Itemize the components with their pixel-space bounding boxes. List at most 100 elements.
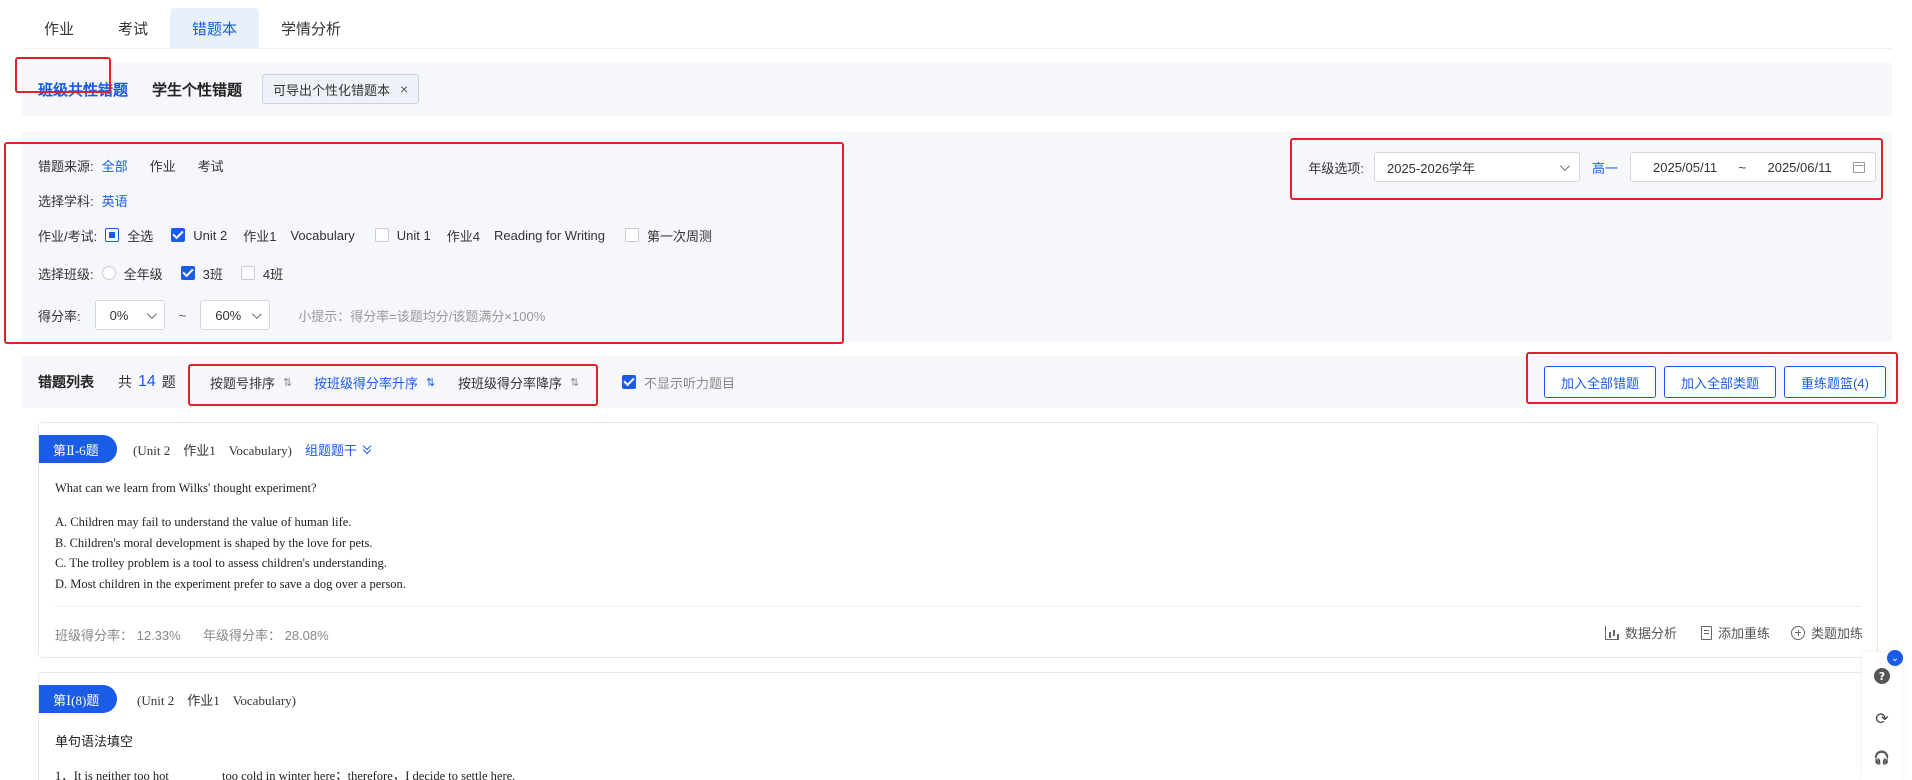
sort-by-number-label: 按题号排序: [210, 375, 276, 391]
calendar-icon: [1852, 161, 1865, 173]
filter-panel: 错题来源: 全部 作业 考试 选择学科: 英语 作业/考试: 全选 Unit 2…: [22, 132, 1892, 342]
similar-practice-button[interactable]: 类题加练: [1791, 623, 1863, 642]
assign-unit1[interactable]: Unit 1: [374, 227, 431, 243]
close-icon[interactable]: ×: [400, 81, 408, 97]
source-all[interactable]: 全部: [102, 156, 128, 175]
class-common-errors-tab[interactable]: 班级共性错题: [38, 62, 128, 116]
checkbox-checked-icon[interactable]: [622, 375, 636, 389]
chevron-down-icon: [146, 308, 157, 319]
source-exam[interactable]: 考试: [198, 156, 224, 175]
score-to-select[interactable]: 60%: [200, 300, 271, 330]
question-line: 1．It is neither too hot ________too cold…: [55, 769, 516, 780]
sort-by-rate-asc-button[interactable]: 按班级得分率升序 ⇅: [314, 356, 435, 408]
question-section-title: 单句语法填空: [55, 734, 134, 749]
bar-chart-icon: [1605, 625, 1619, 640]
add-retrain-button[interactable]: 添加重练: [1701, 623, 1770, 642]
tab-homework[interactable]: 作业: [22, 8, 96, 48]
class-label: 选择班级:: [38, 266, 94, 282]
sort-by-number-button[interactable]: 按题号排序 ⇅: [210, 356, 292, 408]
source-filter: 错题来源: 全部 作业 考试: [38, 154, 246, 176]
assign-unit1-label: Unit 1: [396, 227, 431, 243]
checkbox-icon[interactable]: [625, 228, 640, 242]
class-4[interactable]: 4班: [240, 264, 283, 283]
question-card: 第Ⅱ-6题 (Unit 2 作业1 Vocabulary) 组题题干 What …: [38, 422, 1878, 658]
question-option-a: A. Children may fail to understand the v…: [55, 515, 352, 529]
error-count: 共 14 题: [118, 356, 176, 408]
student-personal-errors-tab[interactable]: 学生个性错题: [152, 62, 242, 116]
date-sep: ~: [1738, 159, 1747, 175]
practice-basket-button[interactable]: 重练题篮(4): [1784, 366, 1886, 398]
sort-icon: ⇅: [426, 375, 436, 389]
side-toolbar: ? ⟳ 🎧: [1862, 652, 1902, 780]
tab-analysis[interactable]: 学情分析: [259, 8, 363, 48]
assignment-label: 作业/考试:: [38, 228, 98, 244]
score-label: 得分率:: [38, 308, 81, 324]
add-all-similar-button[interactable]: 加入全部类题: [1664, 366, 1776, 398]
score-range-sep: ~: [178, 307, 187, 323]
assign-weekly-test-label: 第一次周测: [647, 228, 713, 244]
class-3[interactable]: 3班: [180, 264, 223, 283]
sort-icon: ⇅: [570, 375, 580, 389]
subject-english[interactable]: 英语: [102, 191, 128, 210]
export-hint-tag: 可导出个性化错题本 ×: [262, 74, 420, 104]
card-divider: [55, 606, 1861, 607]
assign-weekly-test[interactable]: 第一次周测: [625, 226, 712, 245]
question-option-c: C. The trolley problem is a tool to asse…: [55, 556, 387, 570]
class-whole-grade[interactable]: 全年级: [101, 264, 163, 283]
date-from: 2025/05/11: [1653, 159, 1718, 175]
hide-listening-toggle[interactable]: 不显示听力题目: [622, 356, 735, 408]
tab-wrong-book[interactable]: 错题本: [170, 8, 260, 48]
headset-icon[interactable]: 🎧: [1874, 750, 1890, 766]
count-number: 14: [138, 373, 156, 390]
checkbox-icon[interactable]: [240, 266, 255, 280]
help-icon[interactable]: ?: [1874, 668, 1890, 684]
tab-exam[interactable]: 考试: [96, 8, 170, 48]
group-stem-label: 组题题干: [305, 442, 358, 458]
checkbox-icon[interactable]: [374, 228, 389, 242]
source-label: 错题来源:: [38, 158, 94, 174]
grade-area: 年级选项: 2025-2026学年 高一 2025/05/11 ~ 2025/0…: [1308, 152, 1876, 182]
assign-select-all[interactable]: 全选: [105, 226, 153, 245]
question-source: (Unit 2 作业1 Vocabulary): [133, 442, 292, 458]
score-from-select[interactable]: 0%: [94, 300, 165, 330]
chevron-down-icon: [252, 308, 263, 319]
document-icon: [1701, 625, 1712, 640]
add-retrain-label: 添加重练: [1718, 626, 1771, 641]
checkbox-partial-icon[interactable]: [105, 228, 120, 242]
sort-by-rate-desc-button[interactable]: 按班级得分率降序 ⇅: [458, 356, 579, 408]
score-to-value: 60%: [215, 307, 242, 323]
assign-hw1-label: 作业1: [243, 228, 277, 244]
error-list-title: 错题列表: [38, 374, 94, 390]
class-score-rate: 班级得分率： 12.33%: [55, 628, 181, 643]
group-stem-toggle[interactable]: 组题题干: [305, 435, 373, 463]
sort-icon: ⇅: [283, 375, 293, 389]
class-whole-grade-label: 全年级: [123, 266, 163, 282]
assign-reading-label: Reading for Writing: [493, 227, 606, 243]
add-all-errors-button[interactable]: 加入全部错题: [1544, 366, 1656, 398]
chevron-down-icon: [1559, 160, 1570, 171]
checkbox-checked-icon[interactable]: [171, 228, 186, 242]
source-homework[interactable]: 作业: [150, 156, 176, 175]
checkbox-checked-icon[interactable]: [180, 266, 195, 280]
question-option-b: B. Children's moral development is shape…: [55, 536, 373, 550]
grade-score-rate: 年级得分率： 28.08%: [203, 628, 329, 643]
hide-listening-label: 不显示听力题目: [644, 375, 736, 391]
question-card: 第Ⅰ(8)题 (Unit 2 作业1 Vocabulary) 单句语法填空 1．…: [38, 672, 1878, 780]
collapse-toolbar-icon[interactable]: ⌄: [1887, 650, 1903, 666]
plus-circle-icon: [1791, 625, 1805, 640]
assignment-filter: 作业/考试: 全选 Unit 2 作业1 Vocabulary Unit 1 作…: [38, 224, 730, 246]
score-tip: 小提示：得分率=该题均分/该题满分×100%: [298, 308, 546, 324]
school-year-select[interactable]: 2025-2026学年: [1373, 152, 1580, 182]
score-from-value: 0%: [109, 307, 129, 323]
assign-unit2[interactable]: Unit 2: [171, 228, 227, 243]
question-number-badge: 第Ⅰ(8)题: [39, 685, 118, 713]
assign-unit2-label: Unit 2: [193, 227, 228, 243]
date-range-picker[interactable]: 2025/05/11 ~ 2025/06/11: [1630, 152, 1876, 182]
question-option-d: D. Most children in the experiment prefe…: [55, 577, 406, 591]
data-analysis-button[interactable]: 数据分析: [1605, 623, 1677, 642]
refresh-icon[interactable]: ⟳: [1874, 709, 1890, 728]
radio-icon[interactable]: [101, 266, 116, 280]
count-prefix: 共: [118, 374, 132, 390]
grade-name-link[interactable]: 高一: [1592, 158, 1618, 177]
export-hint-label: 可导出个性化错题本: [273, 82, 391, 98]
